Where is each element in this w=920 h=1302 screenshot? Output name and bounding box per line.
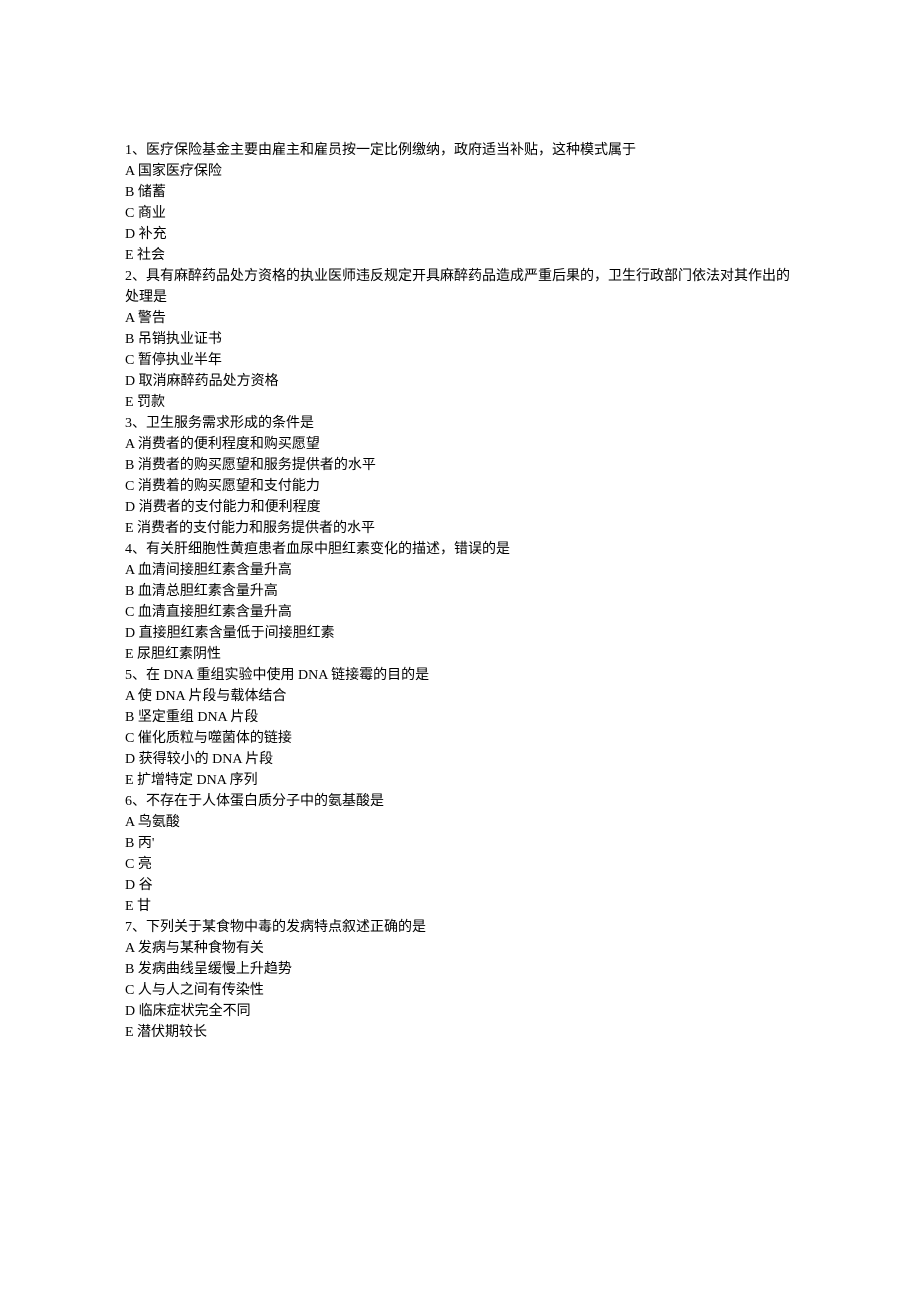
question-block: 3、卫生服务需求形成的条件是 A 消费者的便利程度和购买愿望 B 消费者的购买愿…: [125, 413, 795, 539]
question-stem: 3、卫生服务需求形成的条件是: [125, 413, 795, 434]
question-option: B 消费者的购买愿望和服务提供者的水平: [125, 455, 795, 476]
question-option: D 补充: [125, 224, 795, 245]
question-block: 6、不存在于人体蛋白质分子中的氨基酸是 A 鸟氨酸 B 丙' C 亮 D 谷 E…: [125, 791, 795, 917]
question-option: D 获得较小的 DNA 片段: [125, 749, 795, 770]
question-block: 1、医疗保险基金主要由雇主和雇员按一定比例缴纳，政府适当补贴，这种模式属于 A …: [125, 140, 795, 266]
question-stem: 1、医疗保险基金主要由雇主和雇员按一定比例缴纳，政府适当补贴，这种模式属于: [125, 140, 795, 161]
question-option: A 消费者的便利程度和购买愿望: [125, 434, 795, 455]
question-block: 2、具有麻醉药品处方资格的执业医师违反规定开具麻醉药品造成严重后果的，卫生行政部…: [125, 266, 795, 413]
question-option: A 发病与某种食物有关: [125, 938, 795, 959]
question-stem: 7、下列关于某食物中毒的发病特点叙述正确的是: [125, 917, 795, 938]
question-option: A 国家医疗保险: [125, 161, 795, 182]
question-block: 5、在 DNA 重组实验中使用 DNA 链接霉的目的是 A 使 DNA 片段与载…: [125, 665, 795, 791]
document-page: 1、医疗保险基金主要由雇主和雇员按一定比例缴纳，政府适当补贴，这种模式属于 A …: [0, 0, 920, 1143]
question-option: D 谷: [125, 875, 795, 896]
question-option: D 直接胆红素含量低于间接胆红素: [125, 623, 795, 644]
question-block: 4、有关肝细胞性黄疸患者血尿中胆红素变化的描述，错误的是 A 血清间接胆红素含量…: [125, 539, 795, 665]
question-option: A 血清间接胆红素含量升高: [125, 560, 795, 581]
question-block: 7、下列关于某食物中毒的发病特点叙述正确的是 A 发病与某种食物有关 B 发病曲…: [125, 917, 795, 1043]
question-option: D 取消麻醉药品处方资格: [125, 371, 795, 392]
question-stem: 2、具有麻醉药品处方资格的执业医师违反规定开具麻醉药品造成严重后果的，卫生行政部…: [125, 266, 795, 308]
question-option: B 坚定重组 DNA 片段: [125, 707, 795, 728]
question-option: B 吊销执业证书: [125, 329, 795, 350]
question-option: B 丙': [125, 833, 795, 854]
question-option: E 社会: [125, 245, 795, 266]
question-option: D 消费者的支付能力和便利程度: [125, 497, 795, 518]
question-option: C 血清直接胆红素含量升高: [125, 602, 795, 623]
question-option: E 甘: [125, 896, 795, 917]
question-option: A 警告: [125, 308, 795, 329]
question-option: C 亮: [125, 854, 795, 875]
question-stem: 4、有关肝细胞性黄疸患者血尿中胆红素变化的描述，错误的是: [125, 539, 795, 560]
question-option: B 发病曲线呈缓慢上升趋势: [125, 959, 795, 980]
question-option: E 消费者的支付能力和服务提供者的水平: [125, 518, 795, 539]
question-option: A 使 DNA 片段与载体结合: [125, 686, 795, 707]
question-option: B 储蓄: [125, 182, 795, 203]
question-option: E 扩增特定 DNA 序列: [125, 770, 795, 791]
question-option: A 鸟氨酸: [125, 812, 795, 833]
question-option: B 血清总胆红素含量升高: [125, 581, 795, 602]
question-option: C 商业: [125, 203, 795, 224]
question-option: E 尿胆红素阴性: [125, 644, 795, 665]
question-option: C 消费着的购买愿望和支付能力: [125, 476, 795, 497]
question-option: E 潜伏期较长: [125, 1022, 795, 1043]
question-option: D 临床症状完全不同: [125, 1001, 795, 1022]
question-option: C 催化质粒与噬菌体的链接: [125, 728, 795, 749]
question-option: E 罚款: [125, 392, 795, 413]
question-option: C 暂停执业半年: [125, 350, 795, 371]
question-stem: 5、在 DNA 重组实验中使用 DNA 链接霉的目的是: [125, 665, 795, 686]
question-stem: 6、不存在于人体蛋白质分子中的氨基酸是: [125, 791, 795, 812]
question-option: C 人与人之间有传染性: [125, 980, 795, 1001]
